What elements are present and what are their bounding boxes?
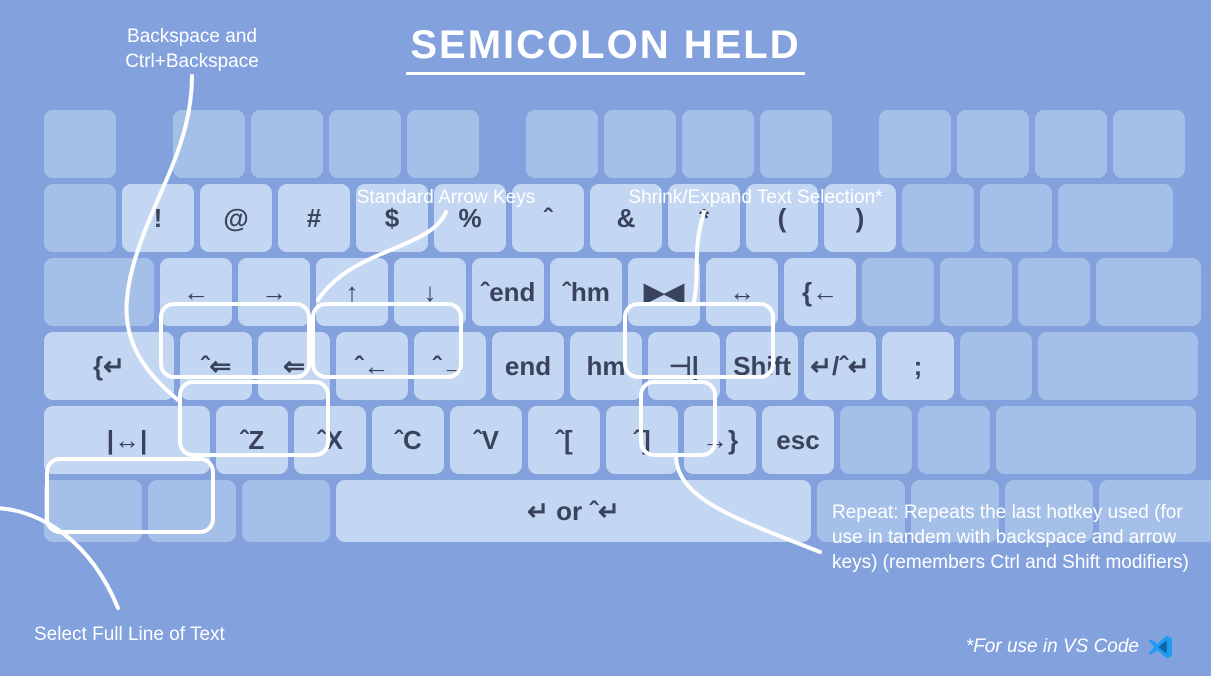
key-o-indent-left[interactable]: {← (784, 258, 856, 326)
annotation-repeat: Repeat: Repeats the last hotkey used (fo… (832, 502, 1189, 573)
key-u-shrink-selection[interactable]: ▶◀ (628, 258, 700, 326)
key-quote-blank[interactable] (960, 332, 1032, 400)
key-f12-blank[interactable] (1113, 110, 1185, 178)
footnote-vscode: *For use in VS Code (966, 634, 1173, 660)
key-lalt-blank[interactable] (242, 480, 330, 542)
key-d-ctrl-left[interactable]: ˆ← (336, 332, 408, 400)
key-lctrl-blank[interactable] (44, 480, 142, 542)
annotation-select-line: Select Full Line of Text (34, 624, 225, 645)
home-row: {↵ ˆ⇐ ⇐ ˆ← ˆ→ end hm ⊣| Shift ↵/ˆ↵; (44, 332, 1199, 400)
bottom-letter-row: |↔| ˆZ ˆX ˆC ˆV ˆ[ˆ] →} esc (44, 406, 1199, 474)
key-l-enter-variants[interactable]: ↵/ˆ↵ (804, 332, 876, 400)
key-f4-blank[interactable] (407, 110, 479, 178)
key-enter-blank[interactable] (1038, 332, 1198, 400)
vscode-logo-icon (1148, 635, 1172, 659)
key-capslock-newline-block[interactable]: {↵ (44, 332, 174, 400)
key-b-ctrl-lbracket[interactable]: ˆ[ (528, 406, 600, 474)
key-z-ctrl-z[interactable]: ˆZ (216, 406, 288, 474)
key-g-end[interactable]: end (492, 332, 564, 400)
key-space-enter[interactable]: ↵ or ˆ↵ (336, 480, 811, 542)
key-v-ctrl-v[interactable]: ˆV (450, 406, 522, 474)
annotation-backspace: Backspace and Ctrl+Backspace (125, 26, 259, 72)
key-e-arrow-up[interactable]: ↑ (316, 258, 388, 326)
row-gap (485, 110, 520, 178)
key-x-ctrl-x[interactable]: ˆX (294, 406, 366, 474)
key-f5-blank[interactable] (526, 110, 598, 178)
key-s-backspace[interactable]: ⇐ (258, 332, 330, 400)
key-backspace-blank[interactable] (1058, 184, 1173, 252)
key-f11-blank[interactable] (1035, 110, 1107, 178)
key-backtick-blank[interactable] (44, 184, 116, 252)
key-h-home[interactable]: hm (570, 332, 642, 400)
key-equals-blank[interactable] (980, 184, 1052, 252)
key-lshift-select-line[interactable]: |↔| (44, 406, 210, 474)
key-f1-blank[interactable] (173, 110, 245, 178)
row-gap (122, 110, 167, 178)
key-c-ctrl-c[interactable]: ˆC (372, 406, 444, 474)
key-f2-blank[interactable] (251, 110, 323, 178)
key-y-ctrl-home[interactable]: ˆhm (550, 258, 622, 326)
key-period-blank[interactable] (840, 406, 912, 474)
qwerty-row: ← → ↑ ↓ ˆend ˆhm ▶◀ ↔ {← (44, 258, 1201, 326)
key-a-ctrl-backspace[interactable]: ˆ⇐ (180, 332, 252, 400)
key-lbracket-blank[interactable] (940, 258, 1012, 326)
key-1-exclaim[interactable]: ! (122, 184, 194, 252)
page-title-text: SEMICOLON HELD (406, 23, 805, 75)
key-p-blank[interactable] (862, 258, 934, 326)
key-rshift-blank[interactable] (996, 406, 1196, 474)
key-i-expand-selection[interactable]: ↔ (706, 258, 778, 326)
key-f10-blank[interactable] (957, 110, 1029, 178)
key-f8-blank[interactable] (760, 110, 832, 178)
key-semicolon[interactable]: ; (882, 332, 954, 400)
footnote-text: *For use in VS Code (965, 636, 1139, 657)
key-f6-blank[interactable] (604, 110, 676, 178)
key-minus-blank[interactable] (902, 184, 974, 252)
key-f-ctrl-right[interactable]: ˆ→ (414, 332, 486, 400)
key-r-arrow-down[interactable]: ↓ (394, 258, 466, 326)
annotation-arrow-keys: Standard Arrow Keys (356, 187, 536, 208)
annotation-selection: Shrink/Expand Text Selection* (628, 187, 883, 208)
row-gap (838, 110, 873, 178)
key-tab-blank[interactable] (44, 258, 154, 326)
infographic-canvas: SEMICOLON HELD ! @ # $% ˆ & *() ← → ↑ ↓ ˆend ˆhm ▶◀ ↔{… (0, 0, 1211, 676)
function-row (44, 110, 1199, 178)
key-backslash-blank[interactable] (1096, 258, 1201, 326)
key-f3-blank[interactable] (329, 110, 401, 178)
key-m-indent-right[interactable]: →} (684, 406, 756, 474)
keyboard-diagram: ! @ # $% ˆ & *() ← → ↑ ↓ ˆend ˆhm ▶◀ ↔ {← {↵ ˆ⇐ ⇐ ˆ← ˆ→ end hm… (44, 110, 1211, 548)
key-f9-blank[interactable] (879, 110, 951, 178)
key-k-shift[interactable]: Shift (726, 332, 798, 400)
key-f7-blank[interactable] (682, 110, 754, 178)
key-n-ctrl-rbracket[interactable]: ˆ] (606, 406, 678, 474)
key-w-arrow-right[interactable]: → (238, 258, 310, 326)
key-esc-blank[interactable] (44, 110, 116, 178)
key-comma-escape[interactable]: esc (762, 406, 834, 474)
key-lwin-blank[interactable] (148, 480, 236, 542)
key-t-ctrl-end[interactable]: ˆend (472, 258, 544, 326)
key-slash-blank[interactable] (918, 406, 990, 474)
key-2-at[interactable]: @ (200, 184, 272, 252)
key-q-arrow-left[interactable]: ← (160, 258, 232, 326)
key-j-repeat[interactable]: ⊣| (648, 332, 720, 400)
key-rbracket-blank[interactable] (1018, 258, 1090, 326)
